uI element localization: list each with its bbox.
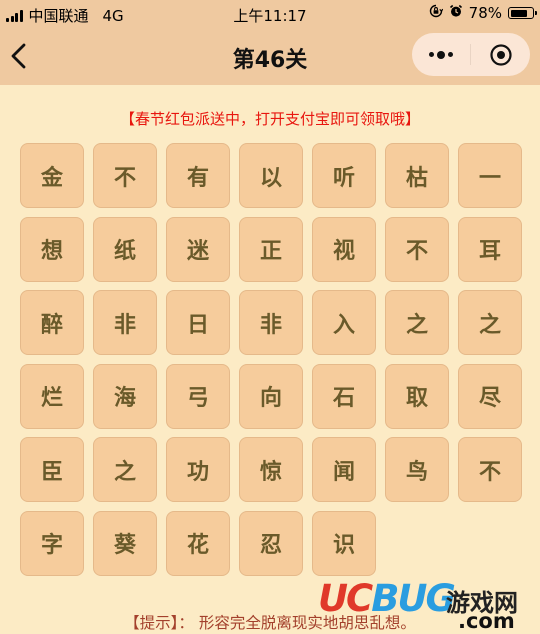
alarm-icon: [449, 4, 463, 22]
character-tile[interactable]: 字: [20, 510, 84, 576]
character-tile[interactable]: 烂: [20, 363, 84, 429]
promo-notice: 【春节红包派送中，打开支付宝即可领取哦】: [119, 110, 420, 128]
character-tile[interactable]: 臣: [20, 437, 84, 502]
character-tile[interactable]: 花: [166, 510, 230, 576]
back-button[interactable]: [8, 40, 38, 72]
character-tile[interactable]: 葵: [93, 510, 157, 576]
hint-text: 【提示】： 形容完全脱离现实地胡思乱想。: [124, 614, 416, 632]
character-grid: 金不有以听枯一想纸迷正视不耳醉非日非入之之烂海弓向石取尽臣之功惊闻鸟不字葵花忍识: [20, 143, 522, 576]
character-tile[interactable]: 不: [458, 437, 522, 502]
character-tile[interactable]: 枯: [385, 143, 449, 208]
character-tile[interactable]: 功: [166, 437, 230, 502]
character-tile[interactable]: 入: [312, 290, 376, 355]
more-button[interactable]: [412, 33, 470, 76]
character-tile[interactable]: 非: [93, 290, 157, 355]
character-tile[interactable]: 金: [20, 143, 84, 208]
character-tile[interactable]: 弓: [166, 363, 230, 429]
character-tile[interactable]: 醉: [20, 290, 84, 355]
battery-icon: [508, 7, 537, 19]
battery-percent: 78%: [468, 4, 502, 22]
character-tile[interactable]: 之: [458, 290, 522, 355]
character-tile[interactable]: 以: [239, 143, 303, 208]
character-tile[interactable]: 之: [93, 437, 157, 502]
character-tile[interactable]: 向: [239, 363, 303, 429]
character-tile[interactable]: 纸: [93, 216, 157, 282]
character-tile[interactable]: 想: [20, 216, 84, 282]
character-tile[interactable]: 听: [312, 143, 376, 208]
character-tile[interactable]: 惊: [239, 437, 303, 502]
character-tile[interactable]: 不: [93, 143, 157, 208]
character-tile[interactable]: 忍: [239, 510, 303, 576]
nav-bar: 第46关: [0, 28, 540, 85]
orientation-lock-icon: [429, 4, 443, 22]
chevron-left-icon: [11, 43, 26, 69]
character-tile[interactable]: 识: [312, 510, 376, 576]
status-right: 78%: [429, 4, 537, 22]
character-tile[interactable]: 非: [239, 290, 303, 355]
mini-program-capsule: [412, 33, 530, 76]
character-tile[interactable]: 闻: [312, 437, 376, 502]
more-dots-icon: [429, 50, 453, 59]
character-tile[interactable]: 之: [385, 290, 449, 355]
character-tile[interactable]: 石: [312, 363, 376, 429]
character-tile[interactable]: 海: [93, 363, 157, 429]
close-mini-program-button[interactable]: [471, 33, 530, 76]
character-tile[interactable]: 尽: [458, 363, 522, 429]
character-tile[interactable]: 不: [385, 216, 449, 282]
character-tile[interactable]: 一: [458, 143, 522, 208]
character-tile[interactable]: 迷: [166, 216, 230, 282]
character-tile[interactable]: 正: [239, 216, 303, 282]
character-tile[interactable]: 有: [166, 143, 230, 208]
target-circle-icon: [489, 43, 512, 66]
character-tile[interactable]: 日: [166, 290, 230, 355]
battery-fill: [510, 9, 527, 17]
status-bar: 中国联通 4G 上午11:17 78%: [0, 0, 540, 28]
character-tile[interactable]: 取: [385, 363, 449, 429]
character-tile[interactable]: 鸟: [385, 437, 449, 502]
character-tile[interactable]: 视: [312, 216, 376, 282]
character-tile[interactable]: 耳: [458, 216, 522, 282]
